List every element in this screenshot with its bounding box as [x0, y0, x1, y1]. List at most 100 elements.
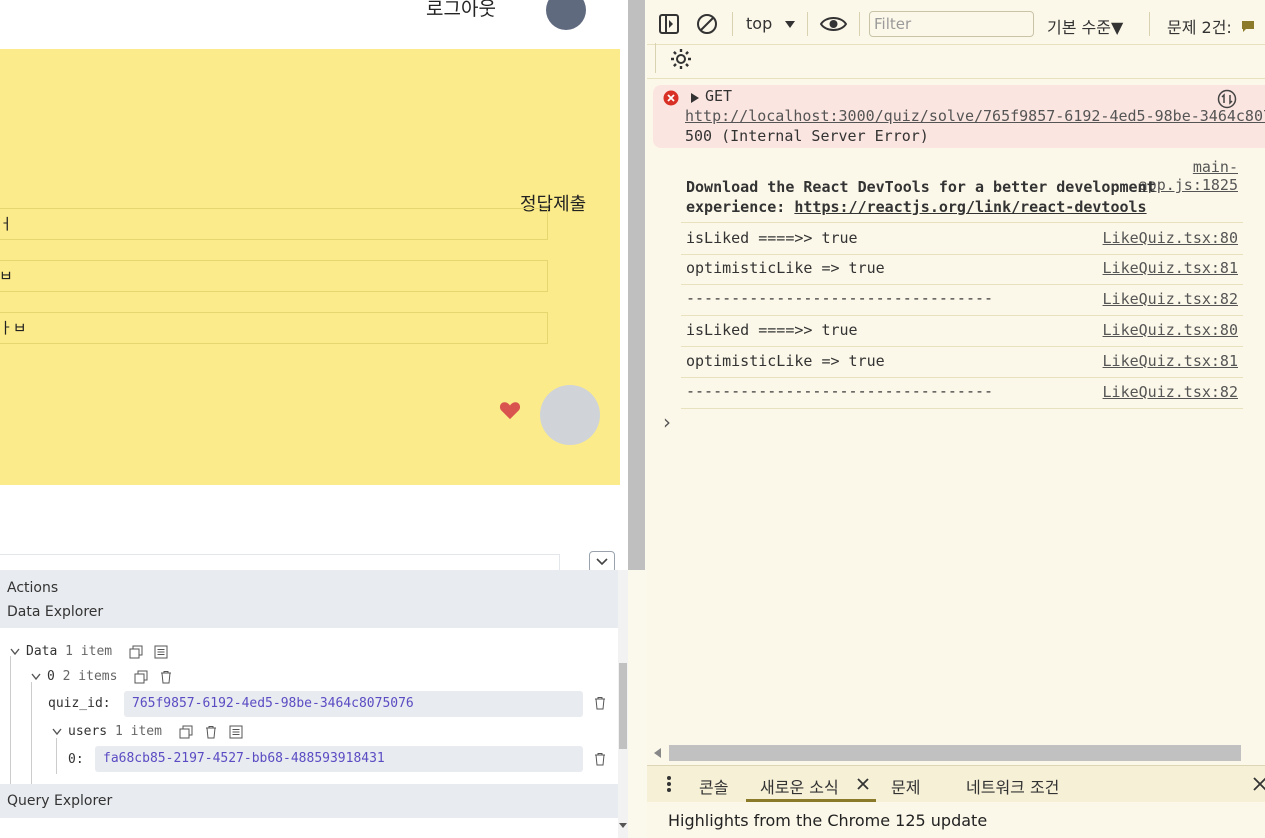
close-tab-icon[interactable]	[857, 778, 869, 790]
tree-key-label: Data	[26, 644, 58, 659]
toolbar-divider	[647, 44, 1265, 45]
issues-counter[interactable]: 문제 2건:	[1167, 14, 1255, 38]
drawer-content: Highlights from the Chrome 125 update	[647, 802, 1265, 838]
error-icon	[663, 90, 679, 106]
drawer-tab-issues[interactable]: 문제	[891, 774, 920, 798]
log-text: optimisticLike => true	[686, 259, 885, 277]
tree-guide	[31, 682, 32, 784]
logout-link[interactable]: 로그아웃	[426, 0, 496, 21]
chevron-down-icon	[596, 558, 608, 566]
issues-label: 문제 2건:	[1167, 18, 1232, 37]
trash-icon[interactable]	[204, 725, 218, 739]
chevron-down-icon	[52, 728, 62, 736]
comment-input[interactable]	[0, 554, 560, 570]
request-url-link[interactable]: http://localhost:3000/quiz/solve/765f985…	[685, 107, 1265, 125]
console-filter-input[interactable]	[869, 11, 1034, 37]
whats-new-headline: Highlights from the Chrome 125 update	[668, 811, 988, 830]
console-log-row[interactable]: optimisticLike => true LikeQuiz.tsx:81	[647, 347, 1265, 378]
log-text: isLiked ====>> true	[686, 321, 858, 339]
log-source-link[interactable]: LikeQuiz.tsx:80	[1067, 229, 1238, 247]
answer-option[interactable]: ㅂ	[0, 260, 548, 292]
scrollbar-thumb[interactable]	[619, 663, 627, 749]
copy-icon[interactable]	[134, 670, 148, 684]
console-log-row[interactable]: ---------------------------------- LikeQ…	[647, 378, 1265, 409]
trash-icon[interactable]	[593, 696, 607, 710]
log-divider	[681, 222, 1243, 223]
page-scrollbar[interactable]	[628, 0, 645, 570]
toolbar-separator	[807, 12, 808, 36]
tree-key: Data 1 item	[26, 644, 112, 659]
bulk-edit-icon[interactable]	[229, 725, 243, 739]
user-avatar[interactable]	[546, 0, 586, 30]
drawer-tab-whats-new[interactable]: 새로운 소식	[760, 774, 839, 798]
heart-icon[interactable]	[499, 400, 521, 420]
tree-guide	[10, 656, 11, 784]
user-id-value-field[interactable]: fa68cb85-2197-4527-bb68-488593918431	[95, 746, 583, 772]
tree-key-user-0: 0:	[68, 752, 84, 767]
tree-count: 2 items	[62, 669, 118, 684]
network-request-icon[interactable]	[1217, 89, 1237, 109]
react-devtools-message-line2: experience: https://reactjs.org/link/rea…	[686, 198, 1147, 216]
tree-key-label: 0	[47, 669, 55, 684]
log-source-link[interactable]: LikeQuiz.tsx:82	[1067, 383, 1238, 401]
drawer-tabbar: 콘솔 새로운 소식 문제 네트워크 조건	[647, 765, 1265, 802]
gear-icon[interactable]	[670, 48, 692, 70]
log-source-link[interactable]: LikeQuiz.tsx:82	[1067, 290, 1238, 308]
toolbar-divider	[647, 78, 1265, 79]
log-text: isLiked ====>> true	[686, 229, 858, 247]
more-menu-icon[interactable]	[666, 775, 672, 793]
query-explorer-label: Query Explorer	[7, 793, 113, 809]
bulk-edit-icon[interactable]	[154, 645, 168, 659]
console-error-message[interactable]: GET http://localhost:3000/quiz/solve/765…	[653, 85, 1265, 148]
copy-icon[interactable]	[129, 645, 143, 659]
quiz-id-value-field[interactable]: 765f9857-6192-4ed5-98be-3464c8075076	[124, 691, 583, 717]
copy-icon[interactable]	[179, 725, 193, 739]
trash-icon[interactable]	[593, 752, 607, 766]
log-level-dropdown[interactable]: 기본 수준▼	[1047, 14, 1123, 38]
toolbar-separator	[1149, 12, 1150, 36]
console-log-row[interactable]: optimisticLike => true LikeQuiz.tsx:81	[647, 255, 1265, 286]
query-explorer-header[interactable]: Query Explorer	[0, 784, 618, 818]
toolbar-separator	[732, 12, 733, 36]
log-text: ----------------------------------	[686, 289, 994, 307]
log-source-link[interactable]: LikeQuiz.tsx:81	[1067, 352, 1238, 370]
console-prompt[interactable]: ›	[663, 410, 671, 434]
tree-count: 1 item	[65, 644, 113, 659]
react-devtools-link[interactable]: https://reactjs.org/link/react-devtools	[794, 198, 1146, 216]
scroll-down-arrow-icon[interactable]	[618, 822, 628, 830]
clear-console-icon[interactable]	[696, 13, 718, 35]
actions-section-label[interactable]: Actions	[7, 580, 58, 596]
message-icon	[1241, 21, 1254, 32]
console-log-row[interactable]: isLiked ====>> true LikeQuiz.tsx:80	[647, 224, 1265, 255]
tree-key-label: users	[68, 724, 108, 739]
trash-icon[interactable]	[159, 670, 173, 684]
chevron-down-icon	[31, 673, 41, 681]
request-method: GET	[705, 87, 733, 105]
log-source-link[interactable]: LikeQuiz.tsx:81	[1067, 259, 1238, 277]
live-expression-eye-icon[interactable]	[820, 13, 847, 35]
dropdown-arrow-icon	[785, 21, 796, 28]
log-source-link[interactable]: LikeQuiz.tsx:80	[1067, 321, 1238, 339]
liker-avatar	[540, 385, 600, 445]
context-selector[interactable]: top	[746, 14, 796, 33]
tree-key: users 1 item	[68, 724, 162, 739]
react-devtools-prefix: experience:	[686, 198, 795, 216]
answer-option[interactable]: ㅏㅂ	[0, 312, 548, 344]
app-panel: 로그아웃 정답제출 ㅓ ㅂ ㅏㅂ Actions Data Explorer D…	[0, 0, 628, 838]
answer-option[interactable]: ㅓ	[0, 208, 548, 240]
expand-triangle-icon[interactable]	[691, 93, 699, 103]
answer-option-label: ㅂ	[0, 267, 13, 285]
drawer-tab-network-conditions[interactable]: 네트워크 조건	[966, 774, 1059, 798]
console-log-row[interactable]: ---------------------------------- LikeQ…	[647, 285, 1265, 316]
drawer-tab-console[interactable]: 콘솔	[699, 774, 728, 798]
horizontal-scrollbar-thumb[interactable]	[669, 745, 1241, 761]
log-text: ----------------------------------	[686, 382, 994, 400]
console-log-row[interactable]: isLiked ====>> true LikeQuiz.tsx:80	[647, 316, 1265, 347]
toolbar-separator	[655, 43, 656, 73]
scroll-left-arrow-icon[interactable]	[653, 748, 661, 758]
close-drawer-icon[interactable]	[1253, 777, 1265, 791]
log-divider	[681, 408, 1243, 409]
sidebar-toggle-icon[interactable]	[658, 13, 680, 35]
data-explorer-label[interactable]: Data Explorer	[7, 604, 103, 620]
answer-option-label: ㅏㅂ	[0, 319, 27, 337]
